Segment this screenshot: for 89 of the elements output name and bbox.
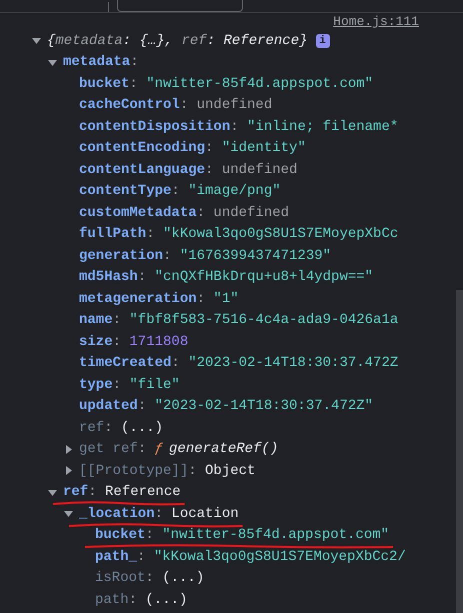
collapse-arrow-icon[interactable]	[32, 36, 41, 46]
property-key: path_	[95, 548, 138, 565]
property-value: "nwitter-85f4d.appspot.com"	[146, 76, 374, 92]
property-value: "inline; filename*	[247, 118, 398, 135]
property-key: generation	[79, 248, 164, 264]
key-separator: :	[137, 548, 146, 565]
property-key: metadata	[63, 54, 130, 70]
property-value: Object	[205, 462, 256, 479]
property-value: "nwitter-85f4d.appspot.com"	[162, 527, 390, 544]
property-key: timeCreated	[79, 355, 172, 372]
property-key: md5Hash	[79, 269, 138, 286]
property-key: updated	[79, 398, 138, 414]
key-separator: :	[88, 484, 97, 500]
property-value: "cnQXfHBkDrqu+u8+l4ydpw=="	[154, 269, 374, 286]
collapse-arrow-icon[interactable]	[48, 58, 57, 67]
source-link[interactable]: Home.js:111	[333, 14, 419, 30]
property-key: bucket	[95, 527, 146, 544]
key-separator: :	[171, 355, 180, 372]
expand-arrow-icon[interactable]	[64, 444, 73, 454]
property-key: bucket	[79, 76, 130, 92]
key-separator: :	[196, 204, 206, 221]
property-value: "1676399437471239"	[180, 248, 332, 264]
filter-field[interactable]	[117, 0, 243, 12]
info-badge[interactable]: i	[316, 34, 330, 48]
property-value: "2023-02-14T18:30:37.472Z	[188, 355, 398, 372]
property-key: [[Prototype]]	[79, 462, 188, 479]
property-key: fullPath	[79, 226, 146, 242]
property-value: Reference	[105, 484, 181, 500]
collapse-arrow-icon[interactable]	[64, 509, 73, 518]
key-separator: :	[205, 162, 214, 178]
key-separator: :	[128, 592, 138, 608]
scrollbar-thumb[interactable]	[456, 290, 463, 613]
key-separator: :	[146, 226, 155, 242]
property-value: undefined	[222, 162, 298, 178]
key-separator: :	[130, 54, 139, 70]
property-key: name	[79, 312, 113, 328]
key-separator: :	[145, 570, 154, 586]
property-value: "fbf8f583-7516-4c4a-ada9-0426a1a	[129, 312, 398, 328]
key-separator: :	[112, 312, 122, 328]
object-preview: {metadata: {…}, ref: Reference}	[47, 32, 308, 49]
property-value: (...)	[121, 420, 164, 436]
property-value: Location	[171, 506, 239, 522]
key-separator: :	[129, 76, 138, 92]
key-separator: :	[180, 97, 188, 114]
property-value: undefined	[213, 204, 290, 221]
expand-arrow-icon[interactable]	[64, 466, 73, 476]
property-key: contentLanguage	[79, 162, 206, 178]
key-separator: :	[163, 248, 172, 264]
key-separator: :	[138, 398, 146, 414]
key-separator: :	[205, 140, 214, 156]
property-value: "identity"	[222, 140, 306, 156]
property-key: contentEncoding	[79, 140, 206, 156]
function-marker: ƒ	[154, 441, 164, 458]
property-key: isRoot	[95, 570, 146, 586]
property-key: _location	[79, 506, 155, 522]
property-key: cacheControl	[79, 97, 180, 114]
property-value: "2023-02-14T18:30:37.472Z"	[154, 398, 374, 414]
key-separator: :	[230, 118, 239, 135]
property-key: path	[95, 592, 129, 608]
property-key: ref	[79, 420, 104, 436]
property-key: type	[79, 376, 113, 393]
property-value: generateRef()	[169, 441, 278, 458]
key-separator: :	[196, 290, 206, 307]
property-key: metageneration	[79, 290, 197, 307]
property-key: ref	[63, 484, 88, 500]
property-key: customMetadata	[79, 204, 197, 221]
property-value: "1"	[213, 290, 239, 307]
key-separator: :	[171, 183, 180, 200]
key-separator: :	[188, 462, 197, 479]
property-value: (...)	[145, 592, 188, 608]
property-value: "file"	[129, 376, 180, 393]
property-value: "image/png"	[188, 183, 281, 200]
property-value: "kKowal3qo0gS8U1S7EMoyepXbCc	[163, 226, 398, 242]
key-separator: :	[138, 269, 146, 286]
key-separator: :	[138, 441, 146, 458]
property-value: "kKowal3qo0gS8U1S7EMoyepXbCc2/	[154, 548, 406, 565]
property-key: get ref	[79, 441, 138, 458]
property-value: 1711808	[129, 334, 188, 350]
key-separator: :	[104, 420, 113, 436]
property-value: undefined	[196, 97, 272, 114]
key-separator: :	[145, 527, 154, 544]
property-key: contentDisposition	[79, 118, 230, 135]
property-key: size	[79, 334, 113, 350]
key-separator: :	[154, 506, 164, 522]
property-value: (...)	[162, 570, 204, 586]
key-separator: :	[112, 334, 122, 350]
key-separator: :	[112, 376, 122, 393]
property-key: contentType	[79, 183, 172, 200]
collapse-arrow-icon[interactable]	[48, 488, 57, 497]
